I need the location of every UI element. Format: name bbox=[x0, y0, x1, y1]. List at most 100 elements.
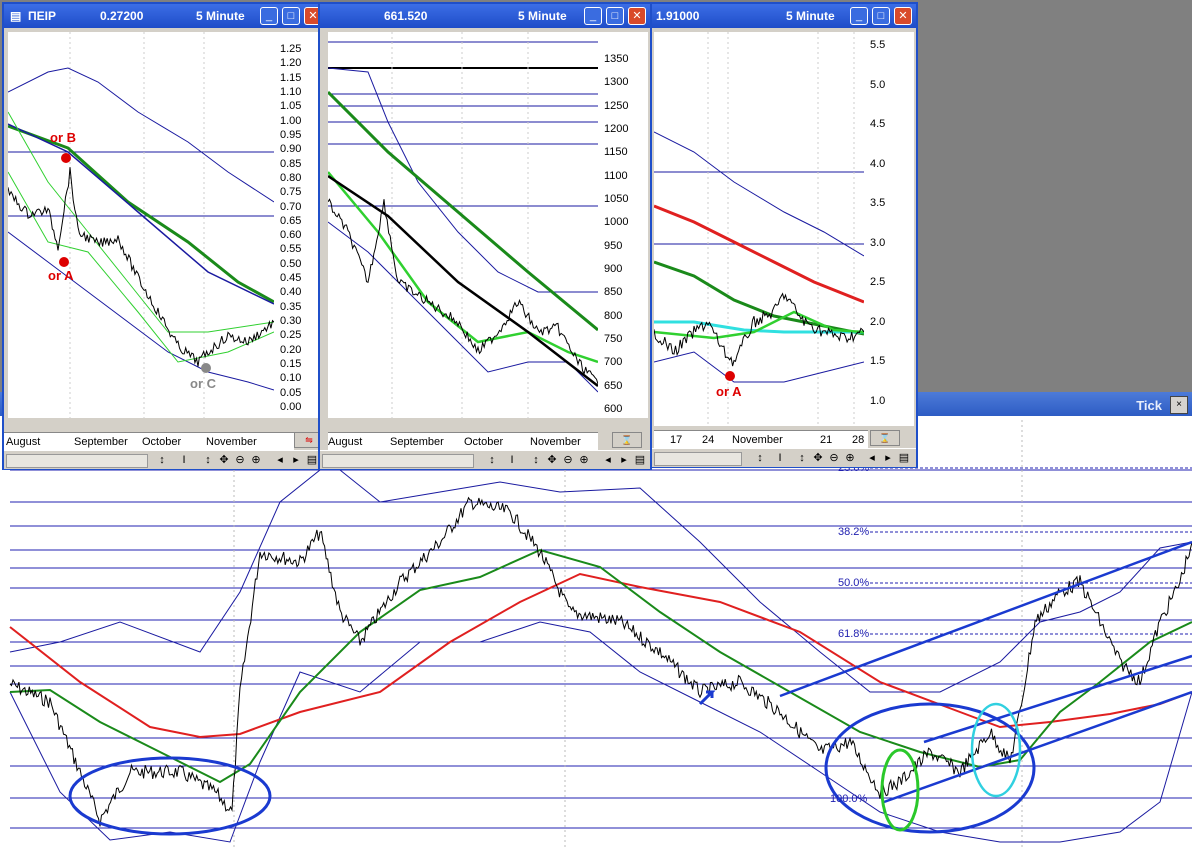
sma-red-line bbox=[654, 204, 864, 304]
y-tick-label: 1.00 bbox=[280, 114, 302, 127]
maximize-button[interactable]: □ bbox=[872, 7, 890, 25]
refresh-icon[interactable]: ↕ bbox=[156, 453, 168, 467]
scroll-right-icon[interactable]: ▸ bbox=[618, 453, 630, 467]
maximize-button[interactable]: □ bbox=[282, 7, 300, 25]
wave-marker bbox=[201, 363, 211, 373]
y-tick-label: 4.5 bbox=[870, 118, 886, 131]
maximize-button[interactable]: □ bbox=[606, 7, 624, 25]
zoom-out-icon[interactable]: ⊖ bbox=[234, 453, 246, 467]
cursor-icon[interactable]: I bbox=[178, 453, 190, 467]
fib-label-38: 38.2% bbox=[838, 526, 870, 538]
close-button[interactable]: ✕ bbox=[894, 7, 912, 25]
scroll-left-icon[interactable]: ◂ bbox=[602, 453, 614, 467]
trend-channel-lower bbox=[883, 690, 1192, 804]
zoom-in-icon[interactable]: ⊕ bbox=[578, 453, 590, 467]
window-2-price: 661.520 bbox=[384, 9, 428, 23]
window-1-price: 0.27200 bbox=[100, 9, 144, 23]
y-tick-label: 1.10 bbox=[280, 85, 302, 98]
sync-icon[interactable]: ⌛ bbox=[612, 432, 642, 448]
expand-icon[interactable]: ✥ bbox=[812, 451, 824, 465]
y-tick-label: 1350 bbox=[604, 53, 629, 65]
minimize-button[interactable]: _ bbox=[584, 7, 602, 25]
y-tick-label: 0.10 bbox=[280, 372, 302, 385]
window-3-toolbar: ↕ I ↕ ✥ ⊖ ⊕ ◂ ▸ ▤ bbox=[652, 448, 916, 467]
window-3-interval: 5 Minute bbox=[786, 9, 835, 23]
expand-icon[interactable]: ✥ bbox=[218, 453, 230, 467]
bollinger-green bbox=[8, 111, 274, 333]
minimize-button[interactable]: _ bbox=[850, 7, 868, 25]
tick-chart-close-button[interactable]: × bbox=[1170, 396, 1188, 414]
y-tick-label: 0.25 bbox=[280, 329, 302, 342]
chart-window-2-titlebar[interactable]: 661.520 5 Minute _ □ ✕ bbox=[320, 4, 650, 28]
cursor-icon[interactable]: I bbox=[774, 451, 786, 465]
y-tick-label: 800 bbox=[604, 309, 623, 322]
horizontal-scrollbar[interactable] bbox=[654, 452, 742, 466]
annotation-or-a: or A bbox=[48, 268, 74, 283]
menu-icon[interactable]: ▤ bbox=[898, 451, 910, 465]
chart-window-1-titlebar[interactable]: ▤ ΠΕΙΡ 0.27200 5 Minute _ □ ✕ bbox=[4, 4, 326, 28]
chart-window-3-titlebar[interactable]: 1.91000 5 Minute _ □ ✕ bbox=[652, 4, 916, 28]
y-tick-label: 0.05 bbox=[280, 386, 302, 399]
y-tick-label: 1050 bbox=[604, 193, 629, 205]
y-tick-label: 1300 bbox=[604, 76, 629, 89]
trend-channel-middle bbox=[923, 654, 1192, 744]
y-tick-label: 1200 bbox=[604, 123, 629, 135]
scroll-right-icon[interactable]: ▸ bbox=[290, 453, 302, 467]
bollinger-lower-band bbox=[328, 221, 598, 393]
sma-light-green-line bbox=[328, 171, 598, 364]
y-tick-label: 0.35 bbox=[280, 300, 302, 313]
annotation-or-b: or B bbox=[50, 130, 76, 145]
window-3-x-axis: 17 24 November 21 28 bbox=[654, 430, 868, 449]
scroll-left-icon[interactable]: ◂ bbox=[866, 451, 878, 465]
window-1-plot bbox=[8, 32, 274, 418]
highlight-ellipse bbox=[824, 702, 1036, 834]
window-3-chart bbox=[654, 32, 864, 426]
chart-window-2[interactable]: 661.520 5 Minute _ □ ✕ 1350 1300 1250 1200 1… bbox=[318, 2, 652, 470]
fib-label-61: 61.8% bbox=[838, 628, 870, 640]
y-tick-label: 0.80 bbox=[280, 171, 302, 184]
y-tick-label: 0.95 bbox=[280, 128, 302, 141]
horizontal-scrollbar[interactable] bbox=[6, 454, 148, 468]
refresh-icon[interactable]: ↕ bbox=[754, 451, 766, 465]
zoom-in-icon[interactable]: ⊕ bbox=[250, 453, 262, 467]
sync-icon[interactable]: ⌛ bbox=[870, 430, 900, 446]
zoom-out-icon[interactable]: ⊖ bbox=[562, 453, 574, 467]
y-tick-label: 0.30 bbox=[280, 315, 302, 328]
menu-icon[interactable]: ▤ bbox=[306, 453, 318, 467]
scale-icon[interactable]: ↕ bbox=[530, 453, 542, 467]
zoom-out-icon[interactable]: ⊖ bbox=[828, 451, 840, 465]
x-tick-label: October bbox=[464, 436, 504, 448]
tick-chart-title: Tick bbox=[1136, 398, 1162, 413]
window-3-y-axis: 5.5 5.0 4.5 4.0 3.5 3.0 2.5 2.0 1.5 1.0 bbox=[864, 32, 914, 426]
window-2-plot bbox=[328, 32, 598, 418]
y-tick-label: 0.45 bbox=[280, 272, 302, 285]
window-1-toolbar: ↕ I ↕ ✥ ⊖ ⊕ ◂ ▸ ▤ bbox=[4, 450, 326, 469]
y-tick-label: 1100 bbox=[604, 169, 628, 182]
horizontal-scrollbar[interactable] bbox=[322, 454, 474, 468]
scroll-right-icon[interactable]: ▸ bbox=[882, 451, 894, 465]
refresh-icon[interactable]: ↕ bbox=[486, 453, 498, 467]
x-tick-label: 24 bbox=[702, 434, 715, 446]
wave-marker bbox=[61, 153, 71, 163]
y-tick-label: 0.60 bbox=[280, 229, 302, 242]
y-tick-label: 600 bbox=[604, 403, 623, 415]
scroll-left-icon[interactable]: ◂ bbox=[274, 453, 286, 467]
zoom-in-icon[interactable]: ⊕ bbox=[844, 451, 856, 465]
cursor-icon[interactable]: I bbox=[506, 453, 518, 467]
scale-icon[interactable]: ↕ bbox=[796, 451, 808, 465]
x-tick-label: November bbox=[732, 434, 783, 446]
y-tick-label: 3.5 bbox=[870, 197, 886, 210]
minimize-button[interactable]: _ bbox=[260, 7, 278, 25]
close-button[interactable]: ✕ bbox=[628, 7, 646, 25]
expand-icon[interactable]: ✥ bbox=[546, 453, 558, 467]
bollinger-upper-band bbox=[328, 67, 598, 293]
chart-window-3[interactable]: 1.91000 5 Minute _ □ ✕ 5.5 5.0 4.5 4.0 3.5 3.… bbox=[650, 2, 918, 468]
chart-window-1[interactable]: ▤ ΠΕΙΡ 0.27200 5 Minute _ □ ✕ 1.25 1.20 1.… bbox=[2, 2, 328, 470]
y-tick-label: 0.90 bbox=[280, 143, 302, 156]
bollinger-green bbox=[8, 171, 274, 363]
x-tick-label: October bbox=[142, 436, 182, 448]
y-tick-label: 0.20 bbox=[280, 343, 302, 356]
bollinger-upper-band bbox=[9, 461, 1192, 693]
scale-icon[interactable]: ↕ bbox=[202, 453, 214, 467]
menu-icon[interactable]: ▤ bbox=[634, 453, 646, 467]
